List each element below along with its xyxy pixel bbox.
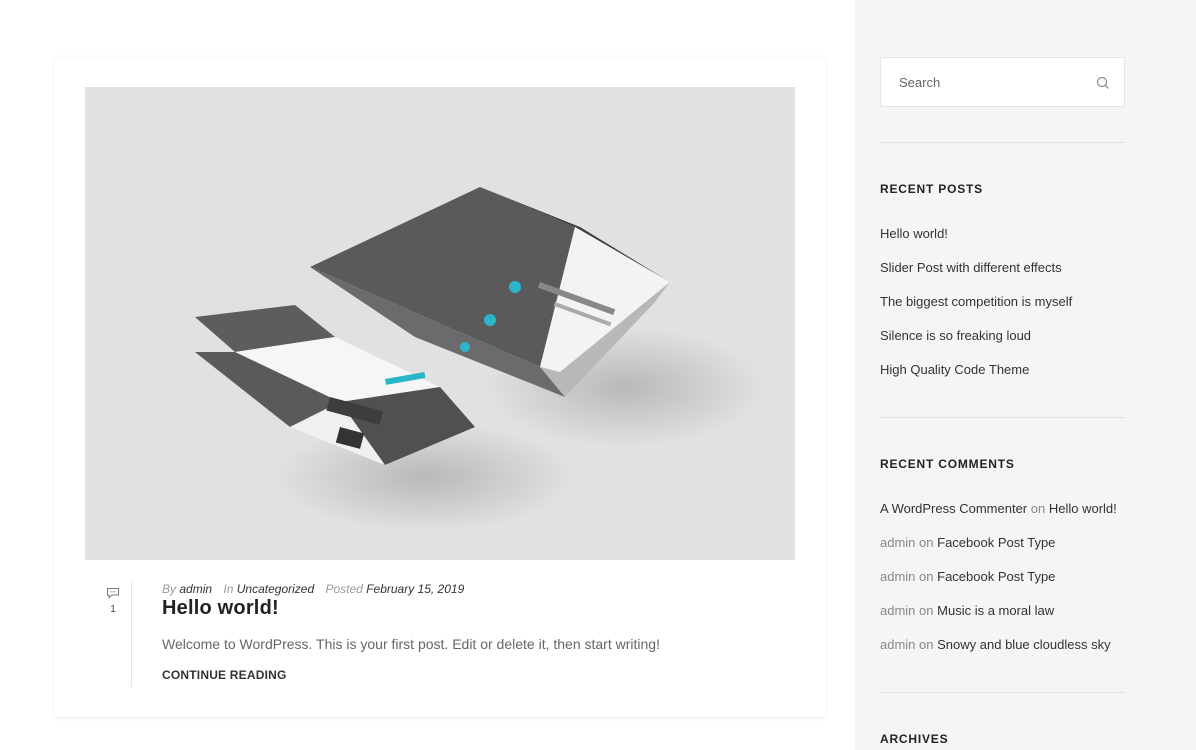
meta-divider [131,582,132,687]
list-item: Slider Post with different effects [880,260,1072,294]
on-label: on [919,637,934,652]
category-link[interactable]: Uncategorized [237,582,314,596]
widget-divider [880,142,1125,143]
search-widget [880,57,1125,107]
posted-label: Posted [325,582,363,596]
comment-author: admin [880,637,916,652]
recent-posts-title: RECENT POSTS [880,182,983,196]
archives-title: ARCHIVES [880,732,949,746]
on-label: on [919,603,934,618]
speech-bubble-icon [107,588,119,599]
recent-post-link[interactable]: High Quality Code Theme [880,362,1029,377]
comment-post-link[interactable]: Music is a moral law [937,603,1054,618]
search-input[interactable] [881,58,1081,106]
recent-post-link[interactable]: Silence is so freaking loud [880,328,1031,343]
comment-author-link[interactable]: A WordPress Commenter [880,501,1027,516]
recent-post-link[interactable]: Slider Post with different effects [880,260,1062,275]
list-item: Hello world! [880,226,1072,260]
comment-post-link[interactable]: Hello world! [1049,501,1117,516]
recent-comments-list: A WordPress Commenter on Hello world! ad… [880,501,1117,671]
by-label: By [162,582,177,596]
list-item: admin on Music is a moral law [880,603,1117,637]
list-item: Silence is so freaking loud [880,328,1072,362]
list-item: admin on Facebook Post Type [880,535,1117,569]
continue-reading-link[interactable]: CONTINUE READING [162,668,287,682]
on-label: on [919,569,934,584]
search-icon[interactable] [1096,76,1110,90]
widget-divider [880,417,1125,418]
date-link[interactable]: February 15, 2019 [366,582,464,596]
comment-author: admin [880,569,916,584]
comment-count-block[interactable]: 1 [105,587,121,615]
recent-post-link[interactable]: Hello world! [880,226,948,241]
post-featured-image[interactable] [85,87,795,560]
list-item: High Quality Code Theme [880,362,1072,396]
comment-post-link[interactable]: Snowy and blue cloudless sky [937,637,1110,652]
post-card: 1 By admin In Uncategorized Posted Febru… [55,57,825,717]
widget-divider [880,692,1125,693]
recent-post-link[interactable]: The biggest competition is myself [880,294,1072,309]
comment-post-link[interactable]: Facebook Post Type [937,569,1055,584]
recent-comments-title: RECENT COMMENTS [880,457,1015,471]
post-excerpt: Welcome to WordPress. This is your first… [162,636,660,652]
post-meta: By admin In Uncategorized Posted Februar… [162,582,464,596]
comment-author: admin [880,535,916,550]
comment-post-link[interactable]: Facebook Post Type [937,535,1055,550]
on-label: on [1030,501,1046,516]
list-item: admin on Facebook Post Type [880,569,1117,603]
in-label: In [223,582,234,596]
recent-posts-list: Hello world! Slider Post with different … [880,226,1072,396]
author-link[interactable]: admin [179,582,212,596]
list-item: A WordPress Commenter on Hello world! [880,501,1117,535]
list-item: The biggest competition is myself [880,294,1072,328]
brochure-mockup-illustration [195,187,765,532]
comment-author: admin [880,603,916,618]
on-label: on [919,535,934,550]
comment-count: 1 [110,604,116,615]
list-item: admin on Snowy and blue cloudless sky [880,637,1117,671]
post-title[interactable]: Hello world! [162,597,279,620]
